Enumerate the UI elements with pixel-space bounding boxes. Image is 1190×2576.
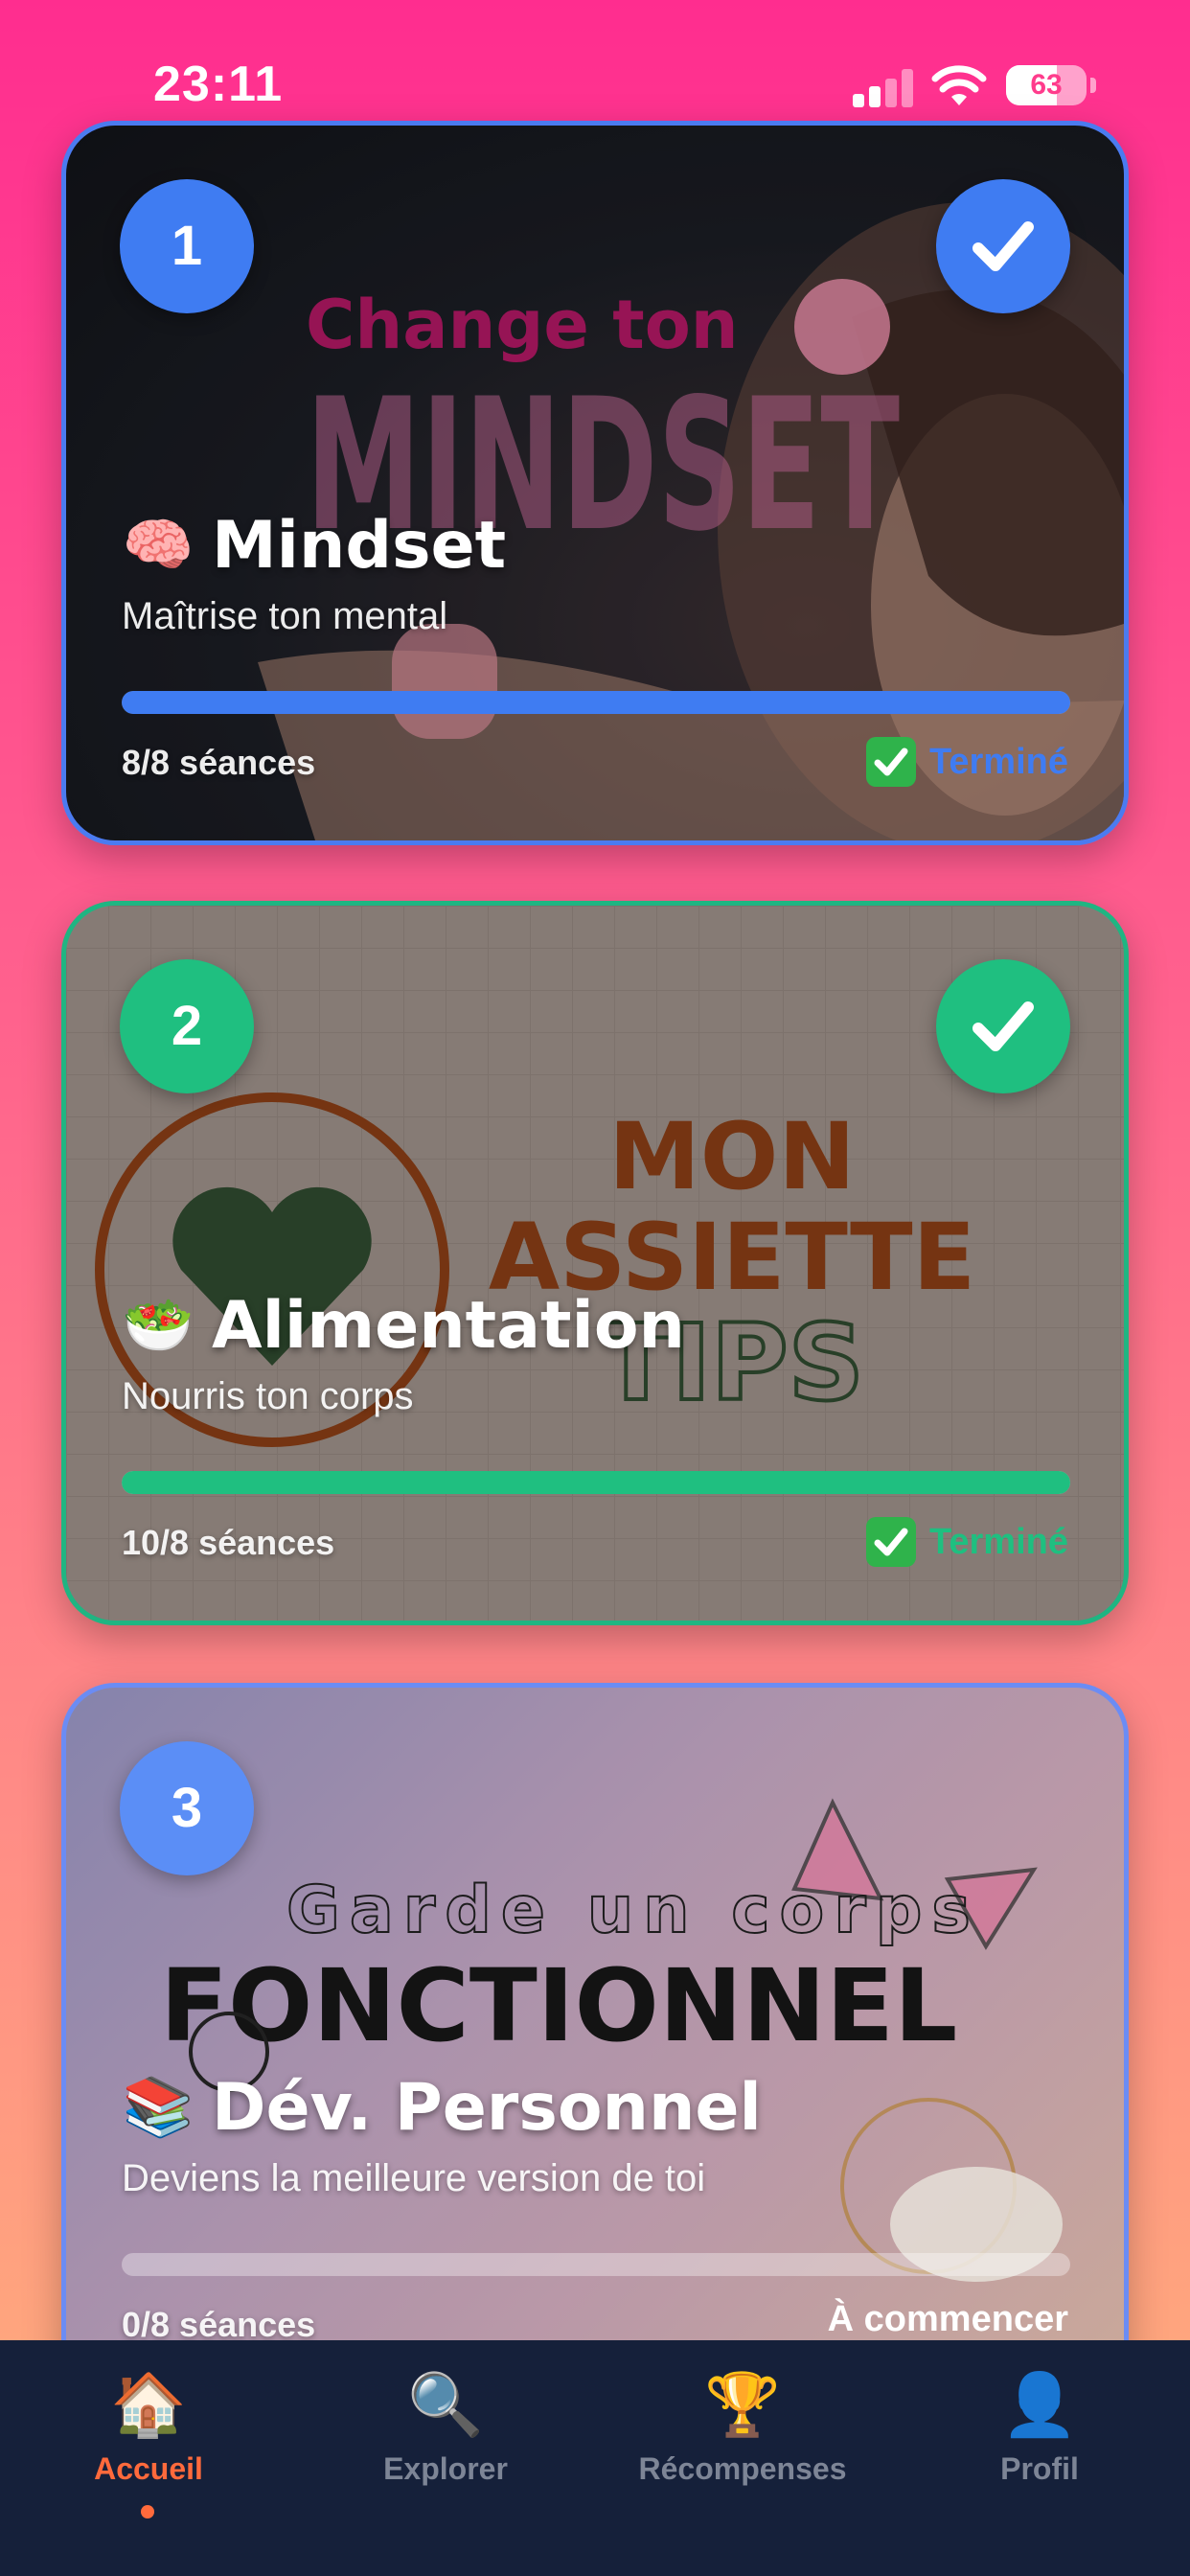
battery-level: 63 [1030, 69, 1063, 101]
card-title: Alimentation [212, 1287, 685, 1364]
progress-bar [122, 2253, 1070, 2276]
tab-profil[interactable]: 👤 Profil [891, 2367, 1188, 2511]
check-mark-icon [865, 737, 916, 787]
status-label: Terminé [865, 1517, 1068, 1567]
trophy-icon: 🏆 [704, 2370, 781, 2441]
sessions-count: 0/8 séances [122, 2305, 316, 2344]
status-label: Terminé [865, 737, 1068, 787]
active-indicator [141, 2505, 154, 2518]
program-card-dev-personnel[interactable]: Garde un corps FONCTIONNEL 3 📚 Dév. Pers… [61, 1683, 1129, 2407]
tab-accueil[interactable]: 🏠 Accueil [0, 2367, 297, 2518]
status-bar: 23:11 63 [0, 0, 1190, 125]
step-number-badge: 1 [120, 179, 254, 313]
step-number-badge: 2 [120, 959, 254, 1093]
tab-recompenses[interactable]: 🏆 Récompenses [594, 2367, 891, 2511]
program-card-alimentation[interactable]: MON ASSIETTE TIPS 2 🥗 Alimentation Nourr… [61, 901, 1129, 1625]
progress-fill [122, 691, 1070, 714]
status-label: À commencer [828, 2299, 1068, 2340]
battery-icon: 63 [1006, 65, 1087, 105]
house-icon: 🏠 [110, 2370, 187, 2441]
sessions-count: 10/8 séances [122, 1523, 335, 1562]
tab-label: Explorer [383, 2451, 508, 2486]
card-title: Mindset [212, 507, 507, 584]
progress-bar [122, 691, 1070, 714]
brain-icon: 🧠 [122, 512, 195, 579]
status-text: À commencer [827, 2299, 1068, 2339]
books-icon: 📚 [122, 2074, 195, 2141]
card-subtitle: Deviens la meilleure version de toi [122, 2157, 706, 2199]
completed-check-icon [936, 959, 1070, 1093]
salad-icon: 🥗 [122, 1292, 195, 1359]
status-time: 23:11 [153, 57, 284, 112]
person-icon: 👤 [1001, 2370, 1078, 2441]
check-mark-icon [865, 1517, 916, 1567]
progress-fill [122, 1471, 1070, 1494]
tab-label: Récompenses [638, 2451, 847, 2486]
cellular-signal-icon [853, 69, 914, 107]
wifi-icon [931, 65, 987, 105]
status-text: Terminé [928, 741, 1068, 782]
card-title: Dév. Personnel [212, 2069, 762, 2146]
program-card-mindset[interactable]: Change ton MINDSET 1 🧠 Mindset Maîtrise … [61, 121, 1129, 845]
magnifier-icon: 🔍 [407, 2370, 484, 2441]
completed-check-icon [936, 179, 1070, 313]
status-text: Terminé [928, 1521, 1068, 1562]
tab-label: Accueil [94, 2451, 203, 2486]
progress-bar [122, 1471, 1070, 1494]
step-number-badge: 3 [120, 1741, 254, 1875]
tab-explorer[interactable]: 🔍 Explorer [297, 2367, 594, 2511]
bottom-tab-bar: 🏠 Accueil 🔍 Explorer 🏆 Récompenses 👤 Pro… [0, 2340, 1190, 2576]
card-subtitle: Maîtrise ton mental [122, 595, 448, 637]
sessions-count: 8/8 séances [122, 743, 316, 782]
card-subtitle: Nourris ton corps [122, 1375, 414, 1417]
tab-label: Profil [1000, 2451, 1079, 2486]
